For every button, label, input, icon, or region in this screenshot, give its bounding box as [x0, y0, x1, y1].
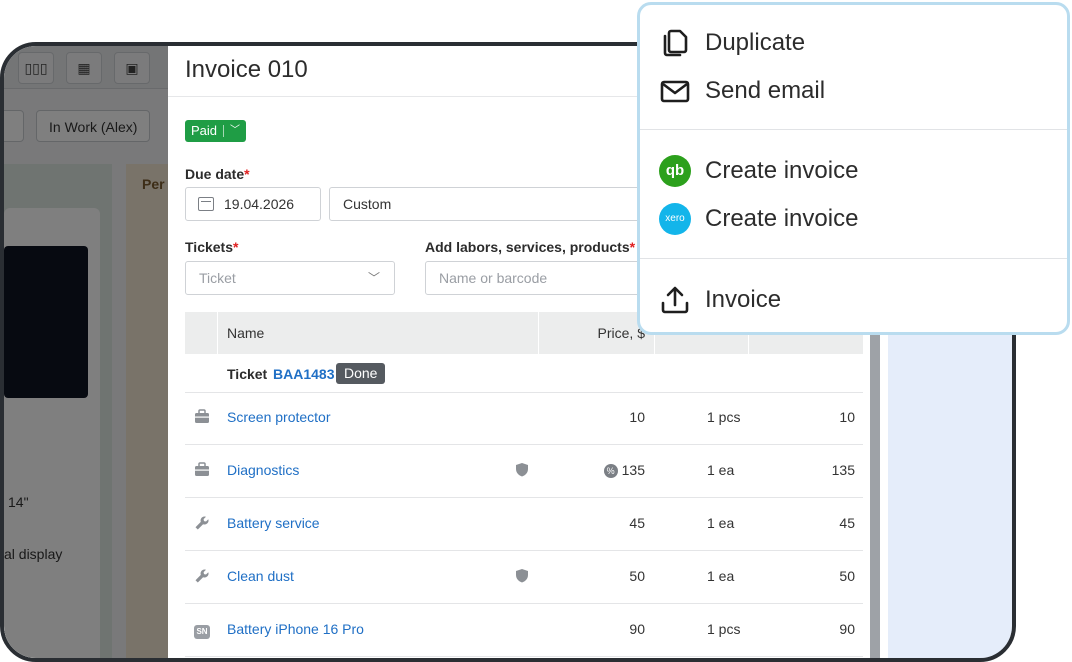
column-header-name[interactable]: Name [227, 312, 264, 354]
tickets-label: Tickets* [185, 239, 239, 255]
xero-icon: xero [659, 203, 691, 235]
chevron-down-icon: ﹀ [367, 271, 380, 285]
table-row[interactable]: Screen protector 10 1 pcs 10 [185, 392, 863, 445]
item-quantity: 1 ea [707, 515, 735, 531]
item-total: 135 [831, 462, 855, 478]
item-search-placeholder: Name or barcode [439, 270, 548, 286]
status-dropdown[interactable]: Paid ﹀ [185, 120, 247, 142]
serial-number-icon: SN [193, 621, 211, 639]
warranty-shield-icon [515, 568, 529, 588]
chevron-down-icon: ﹀ [230, 125, 241, 136]
menu-item-label: Create invoice [705, 205, 859, 232]
item-price: 10 [629, 409, 645, 425]
item-name-link[interactable]: Screen protector [227, 409, 331, 425]
item-total: 50 [839, 568, 855, 584]
quickbooks-icon: qb [659, 155, 691, 187]
item-price: % 135 [603, 462, 645, 478]
actions-menu: Duplicate Send email qb Create invoice x… [637, 2, 1070, 335]
menu-item-label: Send email [705, 77, 826, 104]
divider [223, 125, 225, 137]
item-price: 45 [629, 515, 645, 531]
table-row[interactable]: SN Battery iPhone 16 Pro 90 1 pcs 90 [185, 604, 863, 657]
item-total: 90 [839, 621, 855, 637]
menu-item-send-email[interactable]: Send email [659, 71, 825, 111]
due-term-value: Custom [343, 196, 392, 212]
item-quantity: 1 pcs [707, 409, 741, 425]
item-price: 90 [629, 621, 645, 637]
item-total: 45 [839, 515, 855, 531]
ticket-link[interactable]: BAA1483 [273, 366, 334, 382]
item-total: 10 [839, 409, 855, 425]
menu-item-label: Invoice [705, 286, 782, 313]
menu-item-export-invoice[interactable]: Invoice [659, 280, 781, 320]
briefcase-icon [193, 462, 211, 478]
scrollbar[interactable] [870, 316, 880, 658]
item-price-value: 50 [629, 568, 645, 584]
item-price-value: 45 [629, 515, 645, 531]
warranty-shield-icon [515, 462, 529, 482]
add-items-label: Add labors, services, products* [425, 239, 636, 255]
ticket-group-row: Ticket BAA1483 Done [185, 354, 863, 393]
ticket-placeholder: Ticket [199, 270, 236, 286]
divider [217, 312, 218, 354]
menu-item-create-invoice-quickbooks[interactable]: qb Create invoice [659, 151, 858, 191]
divider [640, 258, 1067, 259]
item-name-link[interactable]: Battery service [227, 515, 320, 531]
item-quantity: 1 pcs [707, 621, 741, 637]
table-row[interactable]: Battery service 45 1 ea 45 [185, 498, 863, 551]
item-name-link[interactable]: Battery iPhone 16 Pro [227, 621, 364, 637]
due-date-field[interactable]: 19.04.2026 [185, 187, 321, 221]
duplicate-icon [663, 29, 688, 57]
item-price-value: 10 [629, 409, 645, 425]
wrench-icon [193, 515, 211, 531]
calendar-icon [198, 197, 214, 211]
table-row[interactable]: Clean dust 50 1 ea 50 [185, 551, 863, 604]
wrench-icon [193, 568, 211, 584]
item-quantity: 1 ea [707, 462, 735, 478]
due-date-label: Due date* [185, 166, 250, 182]
discount-icon: % [603, 464, 618, 478]
due-term-select[interactable]: Custom [329, 187, 659, 221]
item-name-link[interactable]: Diagnostics [227, 462, 299, 478]
item-price: 50 [629, 568, 645, 584]
upload-icon [661, 286, 689, 314]
menu-item-duplicate[interactable]: Duplicate [659, 23, 805, 63]
menu-item-label: Create invoice [705, 157, 859, 184]
item-name-link[interactable]: Clean dust [227, 568, 294, 584]
divider [640, 129, 1067, 130]
item-price-value: 135 [621, 462, 645, 478]
status-badge: Done [336, 363, 386, 384]
due-date-value: 19.04.2026 [224, 196, 295, 212]
status-label: Paid [191, 123, 218, 138]
item-price-value: 90 [629, 621, 645, 637]
page-title: Invoice 010 [185, 56, 308, 83]
divider [538, 312, 539, 354]
mail-icon [660, 80, 690, 103]
menu-item-create-invoice-xero[interactable]: xero Create invoice [659, 199, 858, 239]
item-quantity: 1 ea [707, 568, 735, 584]
ticket-select[interactable]: Ticket ﹀ [185, 261, 395, 295]
table-row[interactable]: Diagnostics% 135 1 ea 135 [185, 445, 863, 498]
ticket-prefix: Ticket [227, 366, 268, 382]
menu-item-label: Duplicate [705, 29, 806, 56]
item-search-input[interactable]: Name or barcode [425, 261, 655, 295]
briefcase-icon [193, 409, 211, 425]
